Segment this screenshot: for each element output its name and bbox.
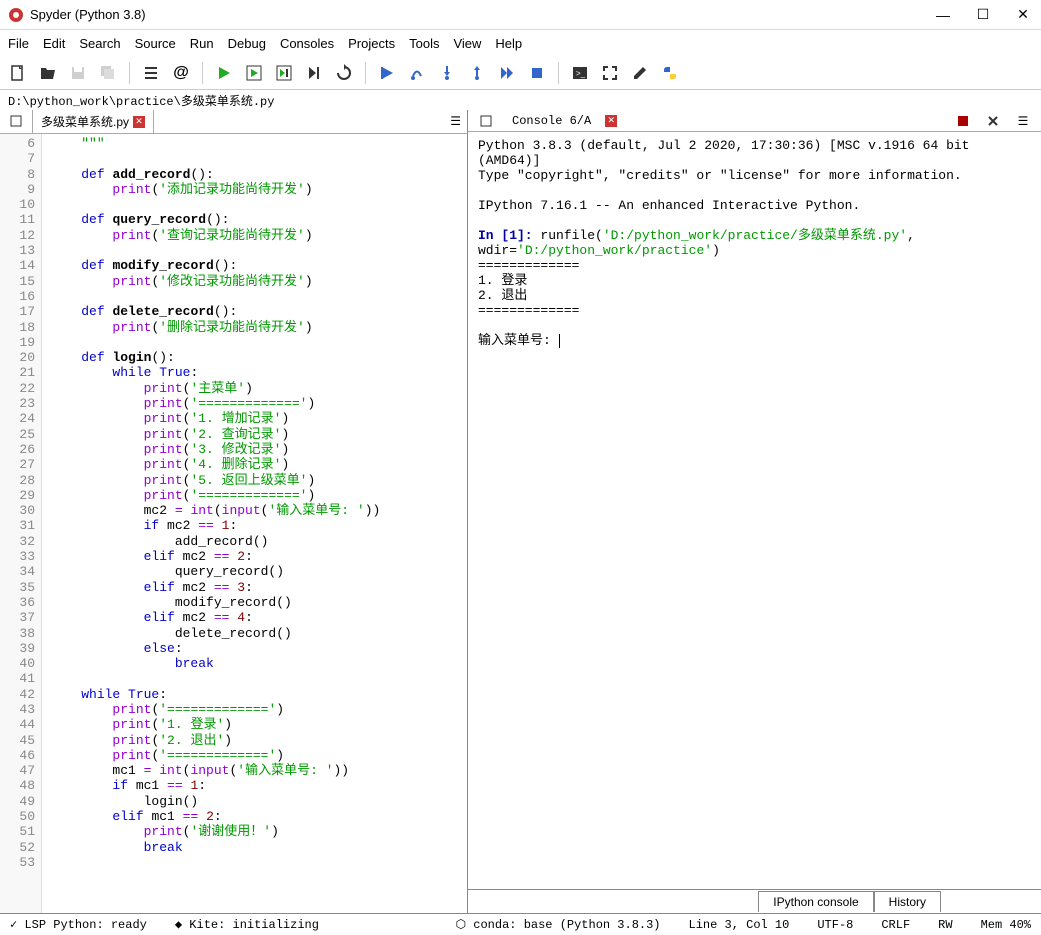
close-console-icon[interactable]: ✕ [605, 115, 617, 127]
console-line: Python 3.8.3 (default, Jul 2 2020, 17:30… [478, 138, 1031, 168]
menu-consoles[interactable]: Consoles [280, 36, 334, 51]
menu-source[interactable]: Source [135, 36, 176, 51]
titlebar: Spyder (Python 3.8) — ☐ ✕ [0, 0, 1041, 30]
console-line: 2. 退出 [478, 288, 1031, 303]
tabs-menu-icon[interactable]: ☰ [450, 114, 461, 128]
menubar: File Edit Search Source Run Debug Consoles Proj… [0, 30, 1041, 56]
statusbar: ✓ LSP Python: ready ◆ Kite: initializing… [0, 913, 1041, 935]
console-line: IPython 7.16.1 -- An enhanced Interactiv… [478, 198, 1031, 213]
terminal-icon[interactable]: >_ [568, 61, 592, 85]
menu-file[interactable]: File [8, 36, 29, 51]
readwrite: RW [938, 918, 952, 932]
cell-icon[interactable]: @ [169, 61, 193, 85]
close-tab-icon[interactable]: ✕ [133, 116, 145, 128]
console-line: In [1]: runfile('D:/python_work/practice… [478, 228, 1031, 258]
continue-icon[interactable] [495, 61, 519, 85]
menu-projects[interactable]: Projects [348, 36, 395, 51]
tab-label: 多级菜单系统.py [41, 113, 129, 130]
new-file-icon[interactable] [6, 61, 30, 85]
editor-tab[interactable]: 多级菜单系统.py ✕ [32, 110, 154, 133]
python-path-icon[interactable] [658, 61, 682, 85]
toolbar: @ >_ [0, 56, 1041, 90]
editor-pane: 多级菜单系统.py ✕ ☰ 67891011121314151617181920… [0, 110, 468, 913]
console-tabs: Console 6/A ✕ ☰ [468, 110, 1041, 132]
console-line: ============= [478, 258, 1031, 273]
file-switcher-icon[interactable] [4, 110, 28, 133]
debug-icon[interactable] [375, 61, 399, 85]
clear-icon[interactable] [981, 110, 1005, 133]
outline-icon[interactable] [139, 61, 163, 85]
console-pane: Console 6/A ✕ ☰ Python 3.8.3 (default, J… [468, 110, 1041, 913]
console-line: 输入菜单号: [478, 333, 1031, 348]
menu-search[interactable]: Search [79, 36, 120, 51]
encoding: UTF-8 [817, 918, 853, 932]
save-icon[interactable] [66, 61, 90, 85]
open-file-icon[interactable] [36, 61, 60, 85]
console-line: ============= [478, 303, 1031, 318]
svg-text:>_: >_ [576, 69, 586, 78]
minimize-button[interactable]: — [933, 5, 953, 25]
menu-edit[interactable]: Edit [43, 36, 65, 51]
line-ending: CRLF [881, 918, 910, 932]
console-line: 1. 登录 [478, 273, 1031, 288]
menu-view[interactable]: View [453, 36, 481, 51]
console-menu-icon[interactable]: ☰ [1011, 110, 1035, 133]
prompt: In [1]: [478, 228, 533, 243]
run-icon[interactable] [212, 61, 236, 85]
rerun-icon[interactable] [332, 61, 356, 85]
step-over-icon[interactable] [405, 61, 429, 85]
stop-icon[interactable] [951, 110, 975, 133]
spyder-icon [8, 7, 24, 23]
console-line: Type "copyright", "credits" or "license"… [478, 168, 1031, 183]
console-switcher-icon[interactable] [474, 110, 498, 133]
kite-status: ◆ Kite: initializing [175, 917, 319, 932]
step-into-icon[interactable] [435, 61, 459, 85]
editor-tabs: 多级菜单系统.py ✕ ☰ [0, 110, 467, 134]
window-title: Spyder (Python 3.8) [30, 7, 933, 22]
menu-help[interactable]: Help [495, 36, 522, 51]
code-editor[interactable]: 6789101112131415161718192021222324252627… [0, 134, 467, 913]
console-output[interactable]: Python 3.8.3 (default, Jul 2 2020, 17:30… [468, 132, 1041, 889]
lsp-status: ✓ LSP Python: ready [10, 917, 147, 932]
run-cell-advance-icon[interactable] [272, 61, 296, 85]
maximize-pane-icon[interactable] [598, 61, 622, 85]
menu-run[interactable]: Run [190, 36, 214, 51]
ipython-console-tab[interactable]: IPython console [758, 891, 873, 912]
maximize-button[interactable]: ☐ [973, 5, 993, 25]
menu-tools[interactable]: Tools [409, 36, 439, 51]
path-bar: D:\python_work\practice\多级菜单系统.py [0, 90, 1041, 110]
console-tab-label[interactable]: Console 6/A [506, 112, 597, 130]
run-cell-icon[interactable] [242, 61, 266, 85]
conda-status: ⬡ conda: base (Python 3.8.3) [456, 917, 661, 932]
save-all-icon[interactable] [96, 61, 120, 85]
bottom-tabs: IPython console History [468, 889, 1041, 913]
menu-debug[interactable]: Debug [228, 36, 266, 51]
step-out-icon[interactable] [465, 61, 489, 85]
stop-debug-icon[interactable] [525, 61, 549, 85]
preferences-icon[interactable] [628, 61, 652, 85]
cursor-position: Line 3, Col 10 [689, 918, 790, 932]
run-selection-icon[interactable] [302, 61, 326, 85]
history-tab[interactable]: History [874, 891, 941, 912]
memory: Mem 40% [981, 918, 1031, 932]
close-button[interactable]: ✕ [1013, 5, 1033, 25]
